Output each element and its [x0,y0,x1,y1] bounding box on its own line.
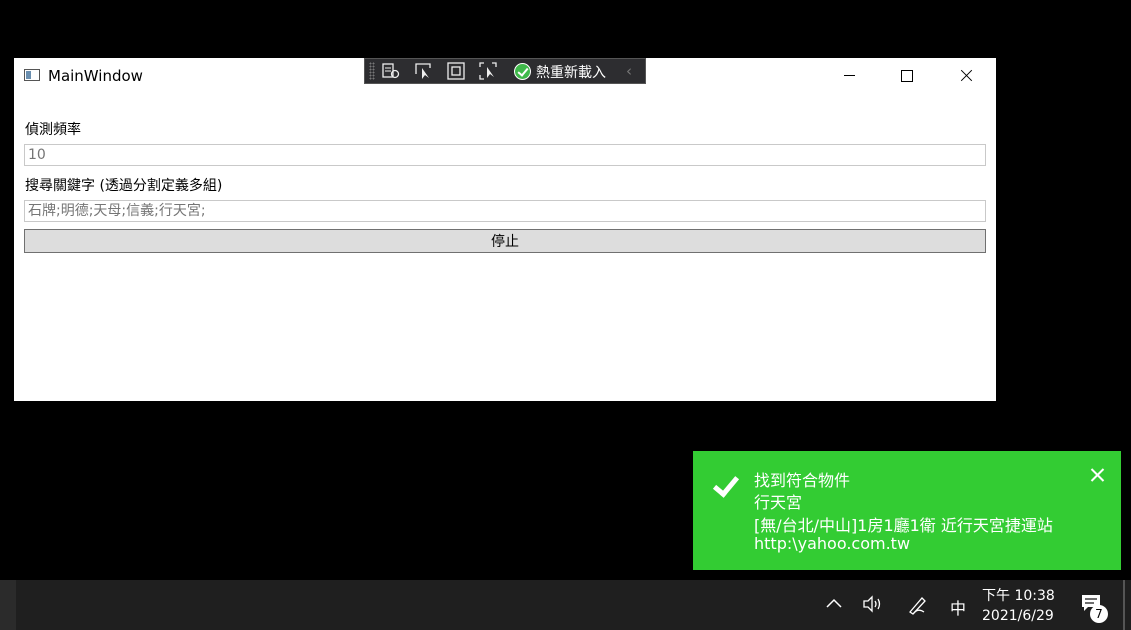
ime-indicator[interactable]: 中 [950,595,966,619]
frequency-input[interactable] [24,144,986,166]
hot-reload-check-icon [514,63,531,80]
window-title: MainWindow [48,67,143,85]
keywords-label: 搜尋關鍵字 (透過分割定義多組) [25,178,223,194]
chevron-left-icon[interactable]: ‹ [626,62,632,80]
app-window-icon [24,69,40,81]
keywords-input[interactable] [24,200,986,222]
clock-time[interactable]: 下午 10:38 [982,585,1055,605]
notification-count-badge: 7 [1090,605,1108,623]
select-element-icon[interactable] [414,62,434,80]
debug-toolbar: 熱重新載入 ‹ [364,58,646,84]
toast-line-keyword: 行天宮 [754,493,803,512]
toast-line-url: http:\yahoo.com.tw [754,534,911,553]
close-button[interactable] [943,58,989,94]
stop-button[interactable]: 停止 [24,229,986,253]
minimize-button[interactable] [826,58,872,94]
pen-icon[interactable] [906,594,930,620]
taskbar: 中 下午 10:38 2021/6/29 7 [0,580,1131,630]
clock-date[interactable]: 2021/6/29 [982,608,1054,624]
volume-icon[interactable] [861,594,885,618]
start-area[interactable] [0,580,16,630]
toast-title: 找到符合物件 [754,471,851,490]
show-hidden-icons-icon[interactable] [824,594,844,618]
checkmark-icon [711,473,737,499]
toast-close-icon[interactable] [1089,467,1105,483]
frequency-label: 偵測頻率 [25,122,81,138]
show-desktop-button[interactable] [1123,580,1125,630]
toolbar-grip[interactable] [369,62,375,80]
display-layout-adorners-icon[interactable] [446,62,466,80]
maximize-button[interactable] [884,58,930,94]
toast-line-listing: [無/台北/中山]1房1廳1衛 近行天宮捷運站 [754,516,1053,535]
live-visual-tree-icon[interactable] [381,62,401,80]
toast-notification[interactable]: 找到符合物件 行天宮 [無/台北/中山]1房1廳1衛 近行天宮捷運站 http:… [693,451,1121,570]
track-focus-icon[interactable] [478,62,498,80]
hot-reload-label[interactable]: 熱重新載入 [536,62,606,82]
main-window: MainWindow 偵測頻率 搜尋關鍵字 (透過分割定義多組) 停止 [14,58,996,401]
